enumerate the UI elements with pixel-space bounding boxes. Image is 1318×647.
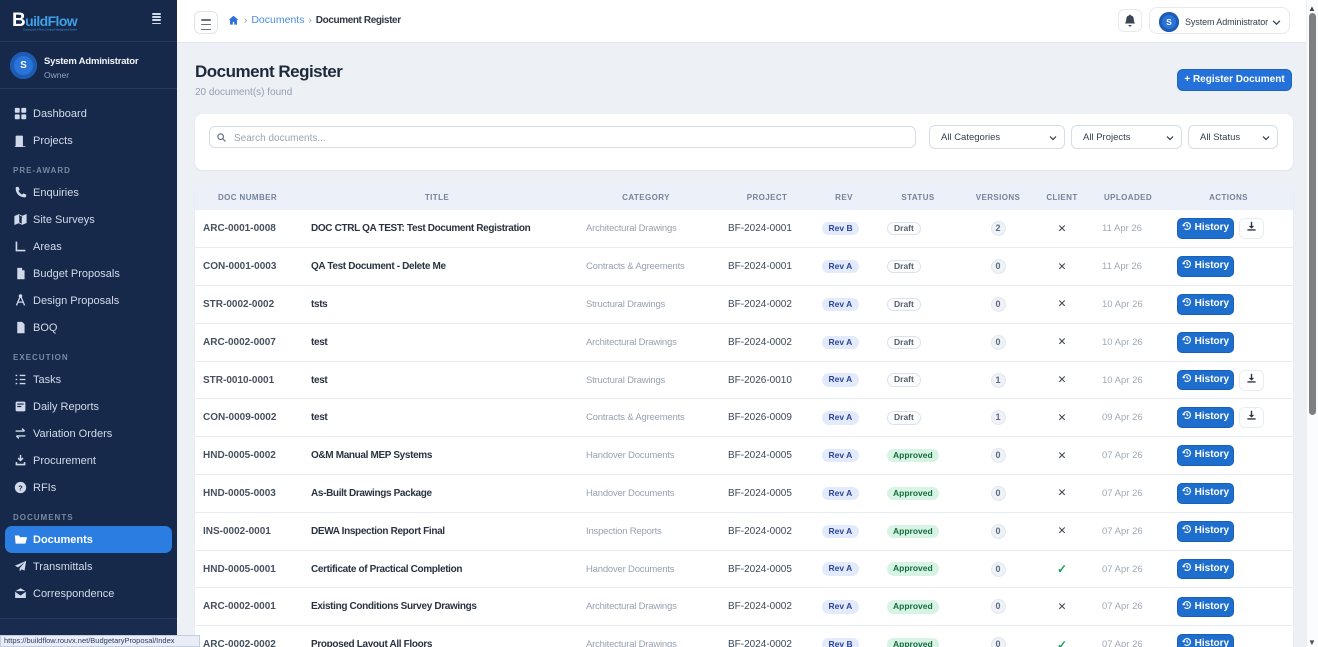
svg-text:?: ? (18, 483, 23, 492)
